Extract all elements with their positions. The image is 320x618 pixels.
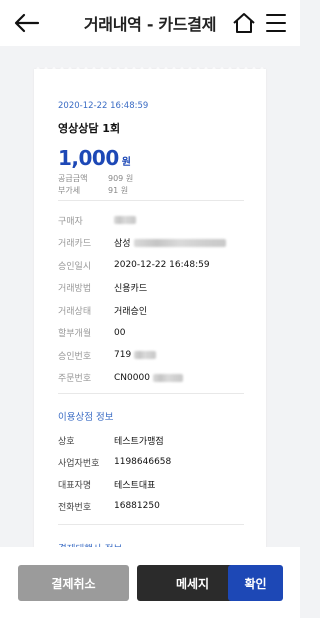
detail-value: 00 xyxy=(114,327,126,338)
home-icon[interactable] xyxy=(232,11,256,35)
masked-value xyxy=(133,238,226,247)
supply-amount-row: 공급금액 909 원 xyxy=(58,173,244,184)
detail-value: 거래승인 xyxy=(114,306,148,317)
merchant-value: 1198646658 xyxy=(114,457,172,467)
supply-label: 공급금액 xyxy=(58,174,88,183)
merchant-label: 상호 xyxy=(58,436,75,447)
receipt-card: 2020-12-22 16:48:59 영상상담 1회 1,000 원 공급금액… xyxy=(34,69,266,559)
detail-label: 거래상태 xyxy=(58,306,92,317)
detail-label: 할부개월 xyxy=(58,329,92,340)
detail-label: 주문번호 xyxy=(58,374,92,385)
divider xyxy=(58,200,244,201)
app-header: 거래내역 - 카드결제 xyxy=(0,0,300,46)
hamburger-menu-icon[interactable] xyxy=(266,12,286,34)
confirm-button[interactable]: 확인 xyxy=(228,565,283,601)
detail-value: 719 xyxy=(114,350,157,360)
merchant-label: 전화번호 xyxy=(58,502,92,513)
masked-value xyxy=(134,351,157,360)
divider xyxy=(58,524,244,525)
merchant-label: 사업자번호 xyxy=(58,458,100,469)
amount-row: 1,000 원 xyxy=(58,146,244,170)
merchant-label: 대표자명 xyxy=(58,480,92,491)
merchant-row-phone: 전화번호 16881250 xyxy=(58,495,244,517)
detail-row-approval-time: 승인일시 2020-12-22 16:48:59 xyxy=(58,254,244,277)
detail-row-buyer: 구매자 xyxy=(58,209,244,232)
masked-value xyxy=(152,373,183,382)
total-amount: 1,000 xyxy=(58,146,119,170)
detail-row-order-number: 주문번호 CN0000 xyxy=(58,367,244,390)
vat-value: 91 원 xyxy=(108,186,129,195)
divider xyxy=(58,393,244,394)
merchant-value: 테스트대표 xyxy=(114,480,156,491)
page-title: 거래내역 - 카드결제 xyxy=(83,15,217,34)
detail-value: 삼성 xyxy=(114,236,226,249)
merchant-section-title: 이용상점 정보 xyxy=(58,412,114,423)
product-name: 영상상담 1회 xyxy=(58,122,121,135)
bottom-action-bar: 결제취소 메세지 확인 xyxy=(0,547,300,618)
transaction-datetime: 2020-12-22 16:48:59 xyxy=(58,101,149,111)
detail-value: CN0000 xyxy=(114,373,183,383)
vat-row: 부가세 91 원 xyxy=(58,185,244,196)
arrow-left-icon[interactable] xyxy=(14,11,40,35)
transaction-details: 구매자 거래카드 삼성 승인일시 2020-12-22 16:48:59 거래방… xyxy=(58,209,244,389)
detail-value: 2020-12-22 16:48:59 xyxy=(114,260,210,271)
supply-value: 909 원 xyxy=(108,174,134,183)
detail-row-approval-number: 승인번호 719 xyxy=(58,344,244,367)
merchant-row-name: 상호 테스트가맹점 xyxy=(58,429,244,451)
detail-label: 승인일시 xyxy=(58,261,92,272)
detail-row-status: 거래상태 거래승인 xyxy=(58,299,244,322)
merchant-details: 상호 테스트가맹점 사업자번호 1198646658 대표자명 테스트대표 전화… xyxy=(58,429,244,517)
merchant-value: 테스트가맹점 xyxy=(114,436,164,447)
merchant-value: 16881250 xyxy=(114,501,160,511)
detail-value: 신용카드 xyxy=(114,284,148,295)
detail-row-card: 거래카드 삼성 xyxy=(58,232,244,255)
merchant-row-business-number: 사업자번호 1198646658 xyxy=(58,451,244,473)
vat-label: 부가세 xyxy=(58,186,81,195)
cancel-payment-button[interactable]: 결제취소 xyxy=(18,565,129,601)
detail-row-installment: 할부개월 00 xyxy=(58,322,244,345)
detail-value xyxy=(114,216,136,225)
detail-label: 구매자 xyxy=(58,216,83,227)
detail-label: 거래방법 xyxy=(58,284,92,295)
detail-label: 거래카드 xyxy=(58,239,92,250)
detail-label: 승인번호 xyxy=(58,351,92,362)
merchant-row-representative: 대표자명 테스트대표 xyxy=(58,473,244,495)
masked-value xyxy=(114,216,136,225)
receipt-summary: 2020-12-22 16:48:59 영상상담 1회 1,000 원 공급금액… xyxy=(58,101,244,196)
currency-unit: 원 xyxy=(121,157,131,168)
detail-row-method: 거래방법 신용카드 xyxy=(58,277,244,300)
